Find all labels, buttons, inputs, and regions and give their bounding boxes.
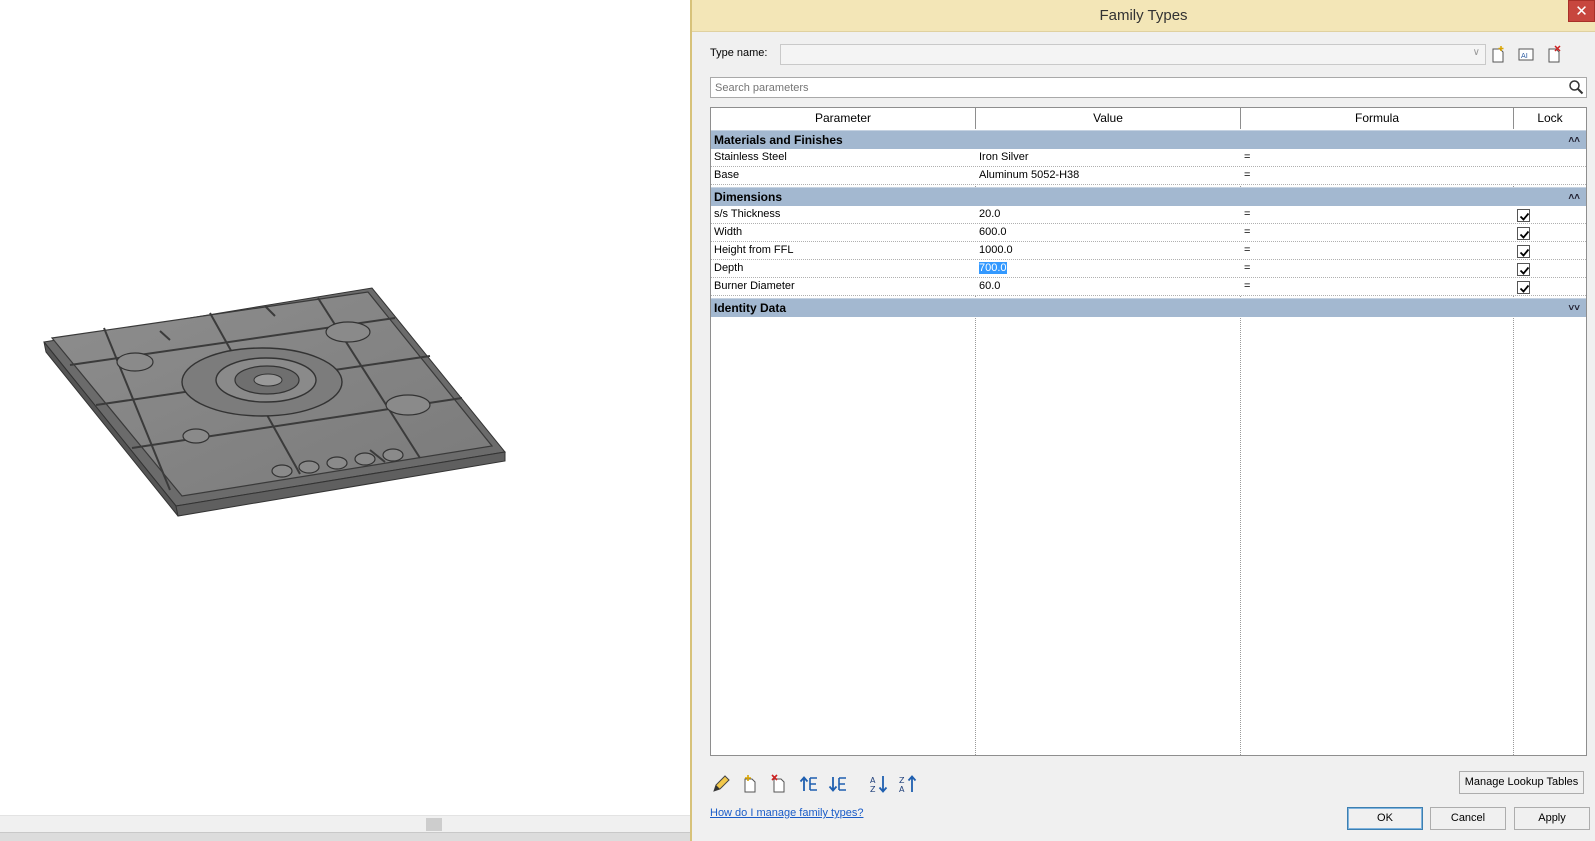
group-label: Identity Data (714, 301, 787, 315)
type-name-label: Type name: (710, 47, 768, 59)
parameter-cell: Depth (714, 262, 744, 274)
column-header-value[interactable]: Value (976, 108, 1241, 129)
apply-button[interactable]: Apply (1514, 807, 1590, 830)
column-header-lock[interactable]: Lock (1514, 108, 1586, 129)
svg-text:Z: Z (870, 785, 876, 794)
group-label: Dimensions (714, 190, 783, 204)
edit-parameter-icon[interactable] (710, 773, 732, 795)
search-icon[interactable] (1568, 79, 1584, 95)
lock-checkbox[interactable] (1517, 245, 1530, 258)
parameter-cell: Base (714, 169, 740, 181)
table-row[interactable]: Depth 700.0 = (711, 260, 1586, 278)
value-cell-selected[interactable]: 700.0 (976, 260, 1240, 278)
cancel-button[interactable]: Cancel (1430, 807, 1506, 830)
dialog-titlebar[interactable]: Family Types ✕ (692, 0, 1595, 32)
chevron-down-icon: ∨ (1472, 47, 1480, 58)
parameters-grid: Parameter Value Formula Lock Materials a… (710, 107, 1587, 756)
group-materials-and-finishes[interactable]: Materials and Finishes ˄˄ (711, 130, 1586, 149)
sort-ascending-icon[interactable]: A Z (868, 773, 890, 795)
formula-cell[interactable]: = (1241, 167, 1513, 185)
value-cell[interactable]: 600.0 (976, 224, 1240, 242)
grid-header: Parameter Value Formula Lock (711, 108, 1586, 129)
collapse-icon[interactable]: ˄˄ (1568, 131, 1580, 150)
family-types-dialog: Family Types ✕ Type name: ∨ AI Parameter… (690, 0, 1595, 841)
formula-cell[interactable]: = (1241, 242, 1513, 260)
status-strip (0, 832, 690, 841)
parameter-cell: Height from FFL (714, 244, 794, 256)
parameter-cell: s/s Thickness (714, 208, 781, 220)
value-cell[interactable]: 20.0 (976, 206, 1240, 224)
table-row[interactable]: Stainless Steel Iron Silver = (711, 149, 1586, 167)
parameter-cell: Width (714, 226, 743, 238)
value-cell[interactable]: Iron Silver (976, 149, 1240, 167)
lock-checkbox[interactable] (1517, 263, 1530, 276)
horizontal-scrollbar[interactable] (0, 815, 690, 832)
manage-lookup-tables-button[interactable]: Manage Lookup Tables (1459, 771, 1584, 794)
lock-checkbox[interactable] (1517, 227, 1530, 240)
column-header-formula[interactable]: Formula (1241, 108, 1514, 129)
value-cell[interactable]: 1000.0 (976, 242, 1240, 260)
sort-descending-icon[interactable]: Z A (897, 773, 919, 795)
svg-text:A: A (870, 776, 876, 785)
formula-cell[interactable]: = (1241, 260, 1513, 278)
rename-type-icon[interactable]: AI (1515, 44, 1537, 65)
lock-checkbox[interactable] (1517, 281, 1530, 294)
new-type-icon[interactable] (1487, 44, 1509, 65)
selected-value-text[interactable]: 700.0 (979, 262, 1007, 274)
collapse-icon[interactable]: ˄˄ (1568, 188, 1580, 207)
new-parameter-icon[interactable] (739, 773, 761, 795)
formula-cell[interactable]: = (1241, 206, 1513, 224)
svg-text:Z: Z (899, 776, 905, 785)
value-cell[interactable]: 60.0 (976, 278, 1240, 296)
group-label: Materials and Finishes (714, 133, 843, 147)
table-row[interactable]: Burner Diameter 60.0 = (711, 278, 1586, 296)
model-viewport[interactable] (0, 0, 690, 841)
table-row[interactable]: Base Aluminum 5052-H38 = (711, 167, 1586, 185)
move-up-icon[interactable] (798, 773, 820, 795)
table-row[interactable]: Height from FFL 1000.0 = (711, 242, 1586, 260)
svg-text:AI: AI (1521, 52, 1528, 60)
group-dimensions[interactable]: Dimensions ˄˄ (711, 187, 1586, 206)
delete-parameter-icon[interactable] (768, 773, 790, 795)
formula-cell[interactable]: = (1241, 278, 1513, 296)
parameter-cell: Burner Diameter (714, 280, 795, 292)
delete-type-icon[interactable] (1543, 44, 1565, 65)
svg-text:A: A (899, 785, 905, 794)
help-link[interactable]: How do I manage family types? (710, 807, 863, 819)
table-row[interactable]: Width 600.0 = (711, 224, 1586, 242)
cooktop-3d-model (43, 287, 506, 517)
dialog-title: Family Types (1099, 7, 1188, 24)
table-row[interactable]: s/s Thickness 20.0 = (711, 206, 1586, 224)
close-button[interactable]: ✕ (1568, 0, 1595, 22)
scrollbar-thumb[interactable] (426, 818, 442, 831)
type-name-dropdown[interactable]: ∨ (780, 44, 1486, 65)
search-input[interactable] (710, 77, 1587, 98)
group-identity-data[interactable]: Identity Data ˅˅ (711, 298, 1586, 317)
expand-icon[interactable]: ˅˅ (1568, 299, 1580, 318)
parameter-cell: Stainless Steel (714, 151, 787, 163)
move-down-icon[interactable] (827, 773, 849, 795)
ok-button[interactable]: OK (1347, 807, 1423, 830)
formula-cell[interactable]: = (1241, 224, 1513, 242)
column-header-parameter[interactable]: Parameter (711, 108, 976, 129)
lock-checkbox[interactable] (1517, 209, 1530, 222)
formula-cell[interactable]: = (1241, 149, 1513, 167)
value-cell[interactable]: Aluminum 5052-H38 (976, 167, 1240, 185)
